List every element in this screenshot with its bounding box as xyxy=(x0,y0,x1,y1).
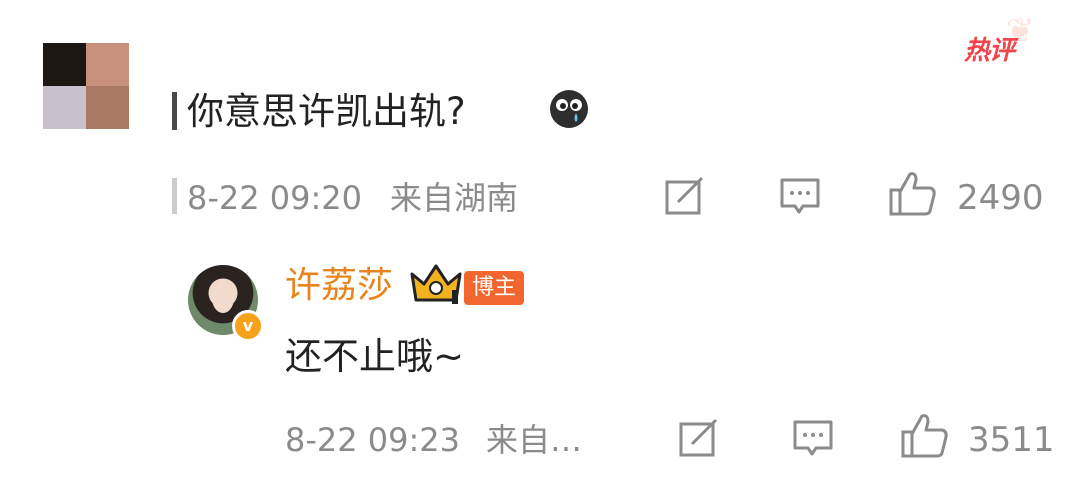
reply-location: 来自… xyxy=(486,421,583,459)
share-icon[interactable] xyxy=(664,176,706,216)
avatar-tile xyxy=(86,86,129,129)
comment-text: 你意思许凯出轨? xyxy=(187,90,466,133)
blogger-tag: 博主 xyxy=(464,271,525,305)
reply-text: 还不止哦~ xyxy=(285,335,465,378)
like-icon[interactable] xyxy=(888,170,938,218)
comment-date: 8-22 09:20 xyxy=(187,179,363,217)
reply-share-icon[interactable] xyxy=(678,418,720,458)
crown-icon xyxy=(410,264,462,304)
comment-location: 来自湖南 xyxy=(390,179,519,217)
text-cursor-bar xyxy=(172,92,177,130)
hot-badge-label: 热评 xyxy=(964,36,1015,66)
reply-like-count: 3511 xyxy=(968,420,1055,460)
reply-comment-icon[interactable] xyxy=(792,418,834,458)
like-count: 2490 xyxy=(957,178,1044,218)
reply-date: 8-22 09:23 xyxy=(285,421,461,459)
comment-thread: ❦ 热评 你意思许凯出轨? 8-22 09:20 来自湖南 2490 v 许荔莎 xyxy=(0,0,1080,488)
avatar-tile xyxy=(43,86,86,129)
avatar-tile xyxy=(86,43,129,86)
meta-divider-bar xyxy=(172,178,177,214)
commenter-avatar[interactable] xyxy=(43,43,129,129)
comment-icon[interactable] xyxy=(779,176,821,216)
verified-badge-icon: v xyxy=(232,310,264,342)
avatar-tile xyxy=(43,43,86,86)
avatar-face xyxy=(212,283,234,313)
hot-comment-badge: ❦ 热评 xyxy=(958,14,1040,66)
crying-emoji-icon xyxy=(550,90,588,128)
reply-like-icon[interactable] xyxy=(900,412,950,460)
reply-username[interactable]: 许荔莎 xyxy=(285,268,393,304)
